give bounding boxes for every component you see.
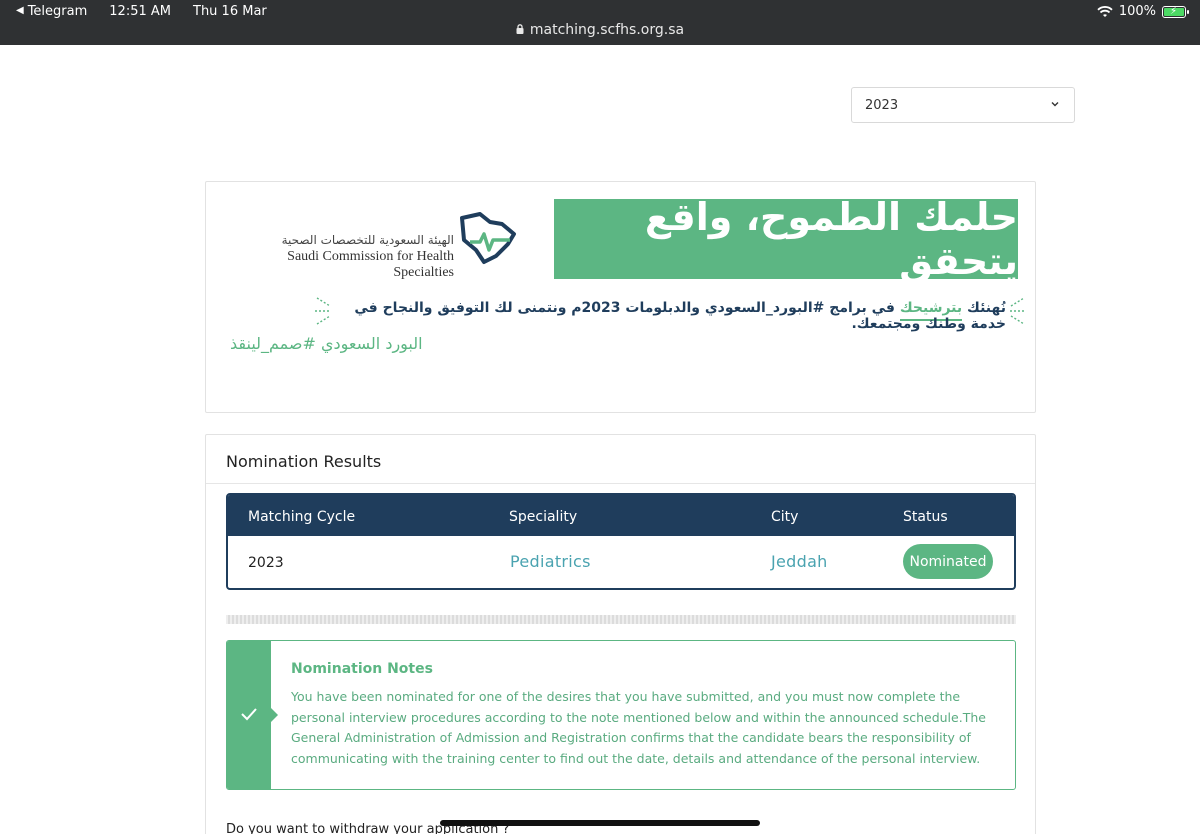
year-select[interactable]: 2023 <box>851 87 1075 123</box>
column-header-cycle: Matching Cycle <box>248 509 356 525</box>
nomination-results-card: Nomination Results Matching Cycle Specia… <box>205 434 1036 834</box>
divider <box>206 483 1035 484</box>
date: Thu 16 Mar <box>193 4 267 19</box>
striped-separator <box>226 615 1016 624</box>
column-header-city: City <box>771 509 799 525</box>
back-arrow-icon[interactable]: ◀ <box>16 5 24 20</box>
nomination-notes-box: Nomination Notes You have been nominated… <box>226 640 1016 790</box>
lock-icon <box>516 24 524 34</box>
status-bar: ◀ Telegram 12:51 AM Thu 16 Mar 100% ⚡ ma… <box>0 0 1200 45</box>
column-header-speciality: Speciality <box>509 509 578 525</box>
cell-speciality: Pediatrics <box>510 552 591 571</box>
battery-icon: ⚡ <box>1162 5 1189 18</box>
cell-city: Jeddah <box>771 552 828 571</box>
home-indicator[interactable] <box>440 820 760 826</box>
congrats-message: نُهنئك بترشيحك في برامج #البورد_السعودي … <box>326 300 1006 332</box>
notes-body: You have been nominated for one of the d… <box>291 689 986 766</box>
url-text: matching.scfhs.org.sa <box>529 22 685 38</box>
congrats-prefix: نُهنئك <box>962 300 1006 316</box>
address-bar[interactable]: matching.scfhs.org.sa <box>0 22 1200 38</box>
back-app-label[interactable]: Telegram <box>28 4 88 19</box>
sparkle-icon <box>315 297 331 325</box>
scfhs-logo-icon <box>460 212 516 264</box>
chevron-down-icon <box>1051 102 1059 107</box>
table-header: Matching Cycle Speciality City Status <box>228 495 1014 536</box>
logo-english-text: Saudi Commission for Health Specialties <box>287 249 454 280</box>
year-select-value: 2023 <box>865 98 899 113</box>
wifi-icon <box>1097 5 1113 17</box>
cell-matching-cycle: 2023 <box>248 555 284 571</box>
logo-arabic-text: الهيئة السعودية للتخصصات الصحية <box>281 233 454 247</box>
slogan-banner: حلمك الطموح، واقع يتحقق <box>554 195 1018 283</box>
column-header-status: Status <box>903 509 948 525</box>
hashtag-text: البورد السعودي #صمم_لينقذ <box>230 334 423 353</box>
results-title: Nomination Results <box>226 452 382 471</box>
banner-card: حلمك الطموح، واقع يتحقق الهيئة السعودية … <box>205 181 1036 413</box>
battery-percent: 100% <box>1118 4 1156 19</box>
checkmark-icon <box>241 708 257 721</box>
notes-title: Nomination Notes <box>291 661 433 677</box>
clock: 12:51 AM <box>109 4 171 19</box>
results-table: Matching Cycle Speciality City Status 20… <box>226 493 1016 590</box>
status-badge: Nominated <box>903 544 993 579</box>
sparkle-icon <box>1010 297 1026 325</box>
